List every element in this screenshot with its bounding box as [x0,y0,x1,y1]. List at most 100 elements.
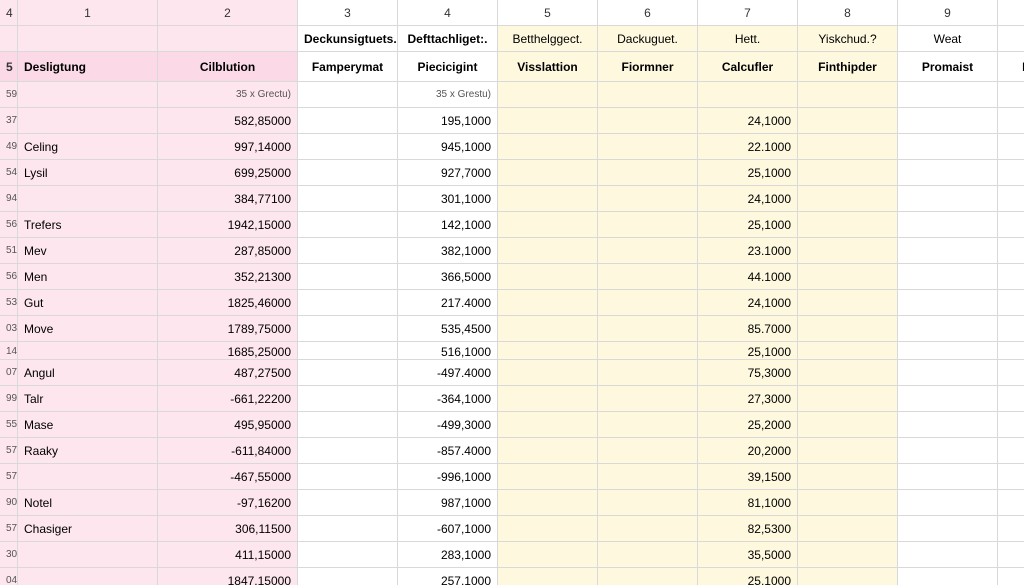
row-c3[interactable] [298,360,398,386]
row-c6[interactable] [598,134,698,160]
row-c2[interactable]: 411,15000 [158,542,298,568]
row-c7[interactable]: 44.1000 [698,264,798,290]
row-c2[interactable]: 352,21300 [158,264,298,290]
row-label[interactable]: Chasiger [18,516,158,542]
row-c3[interactable] [298,386,398,412]
row-c5[interactable] [498,134,598,160]
row-c8[interactable] [798,342,898,360]
row-c4[interactable]: 195,1000 [398,108,498,134]
row-c2[interactable]: -611,84000 [158,438,298,464]
row-c2[interactable]: 384,77100 [158,186,298,212]
row-c4[interactable]: -996,1000 [398,464,498,490]
row-c3[interactable] [298,412,398,438]
hdr2-c0[interactable]: 5 [0,52,18,82]
row-c3[interactable] [298,516,398,542]
row-c4[interactable]: 382,1000 [398,238,498,264]
row-c9[interactable] [898,490,998,516]
row-c2[interactable]: 306,11500 [158,516,298,542]
row-label[interactable]: Angul [18,360,158,386]
row-c10[interactable] [998,568,1024,585]
hdr1-c0[interactable] [0,26,18,52]
row-c5[interactable] [498,290,598,316]
row-c10[interactable] [998,160,1024,186]
row-label[interactable]: Mev [18,238,158,264]
row-c6[interactable] [598,108,698,134]
row-c7[interactable]: 39,1500 [698,464,798,490]
row-c3[interactable] [298,290,398,316]
row-label[interactable] [18,464,158,490]
row-c3[interactable] [298,542,398,568]
row-c4[interactable]: 927,7000 [398,160,498,186]
col-index-4[interactable]: 4 [398,0,498,26]
row-label[interactable] [18,186,158,212]
row-c8[interactable] [798,186,898,212]
hdr2-c9[interactable]: Promaist [898,52,998,82]
rownum[interactable]: 54 [0,160,18,186]
rownum[interactable]: 59 [0,82,18,108]
row-c9[interactable] [898,160,998,186]
row-c5[interactable] [498,238,598,264]
rownum[interactable]: 56 [0,212,18,238]
row-c5[interactable] [498,490,598,516]
row-c8[interactable] [798,316,898,342]
hdr2-c5[interactable]: Visslattion [498,52,598,82]
row-c5[interactable] [498,412,598,438]
row-c7[interactable]: 25,2000 [698,412,798,438]
row-c3[interactable] [298,316,398,342]
rownum[interactable]: 53 [0,290,18,316]
row-c7[interactable]: 85.7000 [698,316,798,342]
row-c2[interactable]: 1847,15000 [158,568,298,585]
row-c5[interactable] [498,464,598,490]
row-c3[interactable] [298,186,398,212]
row-c4[interactable]: 366,5000 [398,264,498,290]
rownum[interactable]: 14 [0,342,18,360]
col-index-1[interactable]: 1 [18,0,158,26]
hdr1-c7[interactable]: Hett. [698,26,798,52]
spreadsheet-grid[interactable]: 41234567896Deckunsigtuets.Defttachliget:… [0,0,1024,585]
rownum[interactable]: 04 [0,568,18,585]
row-c8[interactable] [798,290,898,316]
row-label[interactable]: Lysil [18,160,158,186]
row-c9[interactable] [898,464,998,490]
row-c6[interactable] [598,186,698,212]
hdr1-c2[interactable] [158,26,298,52]
row-c10[interactable] [998,108,1024,134]
rownum[interactable]: 99 [0,386,18,412]
row-c4[interactable]: -857.4000 [398,438,498,464]
row-c10[interactable] [998,82,1024,108]
row-c7[interactable]: 82,5300 [698,516,798,542]
hdr1-c8[interactable]: Yiskchud.? [798,26,898,52]
row-c8[interactable] [798,82,898,108]
row-c2[interactable]: 487,27500 [158,360,298,386]
col-index-5[interactable]: 5 [498,0,598,26]
row-c6[interactable] [598,438,698,464]
hdr2-c4[interactable]: Piecicigint [398,52,498,82]
row-c6[interactable] [598,212,698,238]
row-c2[interactable]: 1942,15000 [158,212,298,238]
hdr2-c6[interactable]: Fiormner [598,52,698,82]
hdr1-c3[interactable]: Deckunsigtuets. [298,26,398,52]
row-c8[interactable] [798,134,898,160]
row-c10[interactable] [998,490,1024,516]
row-c2[interactable]: 699,25000 [158,160,298,186]
row-c5[interactable] [498,264,598,290]
rownum[interactable]: 57 [0,438,18,464]
row-c7[interactable]: 20,2000 [698,438,798,464]
row-c7[interactable]: 27,3000 [698,386,798,412]
row-c4[interactable]: 535,4500 [398,316,498,342]
hdr1-c6[interactable]: Dackuguet. [598,26,698,52]
row-c7[interactable]: 25,1000 [698,160,798,186]
rownum[interactable]: 90 [0,490,18,516]
row-c2[interactable]: -661,22200 [158,386,298,412]
row-label[interactable]: Notel [18,490,158,516]
row-c6[interactable] [598,490,698,516]
row-label[interactable] [18,542,158,568]
row-c3[interactable] [298,212,398,238]
rownum[interactable]: 57 [0,464,18,490]
row-c8[interactable] [798,212,898,238]
row-c2[interactable]: 1685,25000 [158,342,298,360]
row-c4[interactable]: 945,1000 [398,134,498,160]
row-c9[interactable] [898,108,998,134]
row-c10[interactable] [998,386,1024,412]
row-c4[interactable]: 142,1000 [398,212,498,238]
